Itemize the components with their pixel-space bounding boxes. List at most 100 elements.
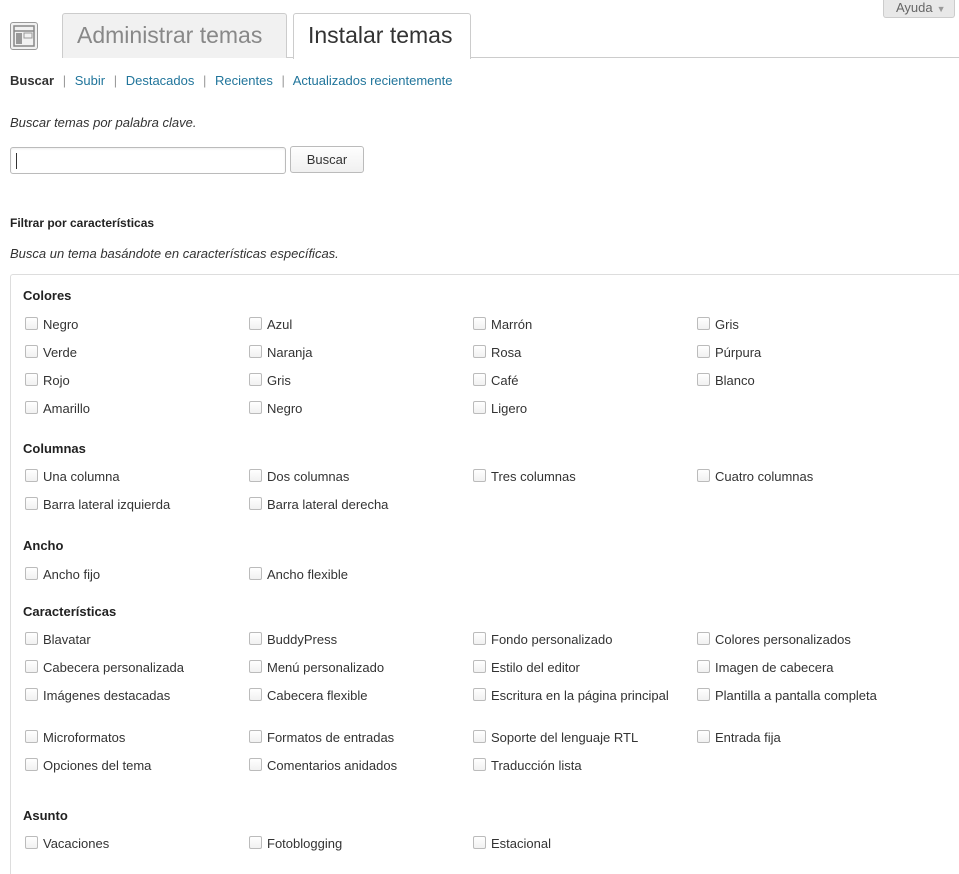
subnav-featured[interactable]: Destacados — [126, 73, 195, 88]
filter-option[interactable]: Vacaciones — [25, 834, 249, 862]
filter-option[interactable]: Gris — [697, 315, 921, 343]
filter-option[interactable]: Imagen de cabecera — [697, 658, 921, 686]
filter-option[interactable]: Una columna — [25, 467, 249, 495]
filter-option[interactable]: Formatos de entradas — [249, 728, 473, 756]
checkbox[interactable] — [249, 345, 262, 358]
filter-option[interactable]: Fondo personalizado — [473, 630, 697, 658]
checkbox[interactable] — [249, 497, 262, 510]
filter-option[interactable]: Rosa — [473, 343, 697, 371]
checkbox[interactable] — [25, 660, 38, 673]
filter-option[interactable]: Ligero — [473, 399, 697, 427]
checkbox[interactable] — [473, 660, 486, 673]
filter-option[interactable]: Ancho fijo — [25, 565, 249, 593]
filter-option[interactable]: Cabecera flexible — [249, 686, 473, 728]
checkbox[interactable] — [697, 632, 710, 645]
filter-option[interactable]: Colores personalizados — [697, 630, 921, 658]
filter-option[interactable]: Verde — [25, 343, 249, 371]
checkbox[interactable] — [249, 373, 262, 386]
checkbox[interactable] — [697, 345, 710, 358]
checkbox[interactable] — [697, 688, 710, 701]
checkbox[interactable] — [249, 836, 262, 849]
filter-option[interactable]: Marrón — [473, 315, 697, 343]
tab-install-themes[interactable]: Instalar temas — [293, 13, 471, 59]
filter-option[interactable]: Microformatos — [25, 728, 249, 756]
checkbox[interactable] — [25, 567, 38, 580]
filter-option[interactable]: Plantilla a pantalla completa — [697, 686, 921, 728]
checkbox[interactable] — [25, 632, 38, 645]
subnav-newest[interactable]: Recientes — [215, 73, 273, 88]
filter-option[interactable]: Rojo — [25, 371, 249, 399]
checkbox[interactable] — [25, 836, 38, 849]
filter-option[interactable]: Tres columnas — [473, 467, 697, 495]
filter-option[interactable]: Opciones del tema — [25, 756, 249, 784]
checkbox[interactable] — [473, 345, 486, 358]
checkbox[interactable] — [25, 758, 38, 771]
checkbox[interactable] — [697, 317, 710, 330]
filter-option[interactable]: Púrpura — [697, 343, 921, 371]
checkbox[interactable] — [249, 758, 262, 771]
checkbox[interactable] — [25, 730, 38, 743]
filter-option[interactable]: Negro — [25, 315, 249, 343]
filter-option[interactable]: Barra lateral izquierda — [25, 495, 249, 523]
subnav-upload[interactable]: Subir — [75, 73, 105, 88]
help-button[interactable]: Ayuda ▼ — [883, 0, 955, 18]
checkbox[interactable] — [249, 632, 262, 645]
filter-option[interactable]: Cabecera personalizada — [25, 658, 249, 686]
checkbox[interactable] — [249, 317, 262, 330]
filter-option[interactable]: Cuatro columnas — [697, 467, 921, 495]
checkbox[interactable] — [25, 401, 38, 414]
checkbox[interactable] — [249, 730, 262, 743]
checkbox[interactable] — [25, 373, 38, 386]
filter-option[interactable]: Ancho flexible — [249, 565, 473, 593]
filter-option[interactable]: Fotoblogging — [249, 834, 473, 862]
checkbox[interactable] — [249, 660, 262, 673]
checkbox[interactable] — [25, 688, 38, 701]
filter-option[interactable]: Blavatar — [25, 630, 249, 658]
checkbox[interactable] — [473, 373, 486, 386]
checkbox[interactable] — [25, 345, 38, 358]
checkbox[interactable] — [473, 730, 486, 743]
checkbox[interactable] — [473, 469, 486, 482]
filter-option[interactable]: Menú personalizado — [249, 658, 473, 686]
checkbox[interactable] — [473, 758, 486, 771]
checkbox[interactable] — [25, 497, 38, 510]
checkbox[interactable] — [473, 632, 486, 645]
search-input[interactable] — [10, 147, 286, 174]
tab-manage-themes[interactable]: Administrar temas — [62, 13, 287, 58]
filter-option[interactable]: Café — [473, 371, 697, 399]
filter-option[interactable]: Traducción lista — [473, 756, 697, 784]
filter-option[interactable]: Entrada fija — [697, 728, 921, 756]
filter-option[interactable]: Negro — [249, 399, 473, 427]
checkbox[interactable] — [25, 469, 38, 482]
checkbox[interactable] — [473, 836, 486, 849]
filter-option[interactable]: BuddyPress — [249, 630, 473, 658]
filter-option[interactable]: Comentarios anidados — [249, 756, 473, 784]
checkbox[interactable] — [697, 469, 710, 482]
filter-option[interactable]: Gris — [249, 371, 473, 399]
filter-option[interactable]: Naranja — [249, 343, 473, 371]
filter-option[interactable]: Estacional — [473, 834, 697, 862]
search-button[interactable]: Buscar — [290, 146, 364, 173]
subnav-recently-updated[interactable]: Actualizados recientemente — [293, 73, 453, 88]
checkbox[interactable] — [473, 401, 486, 414]
filter-option[interactable]: Blanco — [697, 371, 921, 399]
filter-option[interactable]: Dos columnas — [249, 467, 473, 495]
checkbox[interactable] — [249, 567, 262, 580]
checkbox[interactable] — [25, 317, 38, 330]
filter-option[interactable]: Barra lateral derecha — [249, 495, 473, 523]
filter-option[interactable]: Azul — [249, 315, 473, 343]
filter-option[interactable]: Estilo del editor — [473, 658, 697, 686]
checkbox[interactable] — [249, 688, 262, 701]
checkbox[interactable] — [473, 688, 486, 701]
checkbox[interactable] — [697, 660, 710, 673]
checkbox[interactable] — [249, 401, 262, 414]
filter-option[interactable]: Escritura en la página principal — [473, 686, 697, 728]
checkbox[interactable] — [697, 730, 710, 743]
filter-option[interactable]: Soporte del lenguaje RTL — [473, 728, 697, 756]
checkbox[interactable] — [473, 317, 486, 330]
filter-option[interactable]: Imágenes destacadas — [25, 686, 249, 728]
filter-option[interactable]: Amarillo — [25, 399, 249, 427]
filter-option-label: Ancho flexible — [267, 567, 348, 582]
checkbox[interactable] — [249, 469, 262, 482]
checkbox[interactable] — [697, 373, 710, 386]
